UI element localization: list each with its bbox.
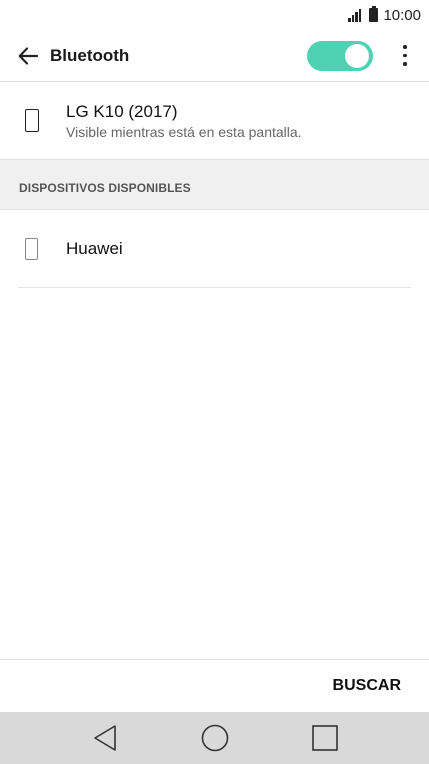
battery-icon [369,6,379,22]
own-device-name: LG K10 (2017) [66,101,178,121]
nav-recents-button[interactable] [302,715,348,761]
toggle-knob [345,43,369,68]
app-bar: Bluetooth [0,30,429,82]
own-device-row[interactable]: LG K10 (2017) Visible mientras está en e… [0,82,429,159]
phone-icon [25,109,39,132]
own-device-visibility: Visible mientras está en esta pantalla. [66,123,302,140]
signal-icon [348,8,362,22]
nav-back-button[interactable] [82,715,128,761]
system-nav-bar [0,712,429,764]
recents-square-icon [311,725,338,751]
overflow-menu-button[interactable] [395,36,415,76]
page-title: Bluetooth [50,45,130,65]
status-time: 10:00 [383,6,421,24]
phone-icon [25,237,38,260]
back-button[interactable] [6,34,50,78]
arrow-left-icon [18,46,38,65]
home-circle-icon [201,724,228,752]
back-triangle-icon [93,725,116,751]
nav-home-button[interactable] [192,715,238,761]
bottom-action-bar: BUSCAR [0,659,429,712]
device-item-huawei[interactable]: Huawei [18,210,411,288]
scan-button[interactable]: BUSCAR [333,677,401,695]
available-devices-header: DISPOSITIVOS DISPONIBLES [0,159,429,210]
status-bar: 10:00 [0,0,429,30]
device-name: Huawei [66,238,123,258]
bluetooth-toggle[interactable] [307,40,373,71]
